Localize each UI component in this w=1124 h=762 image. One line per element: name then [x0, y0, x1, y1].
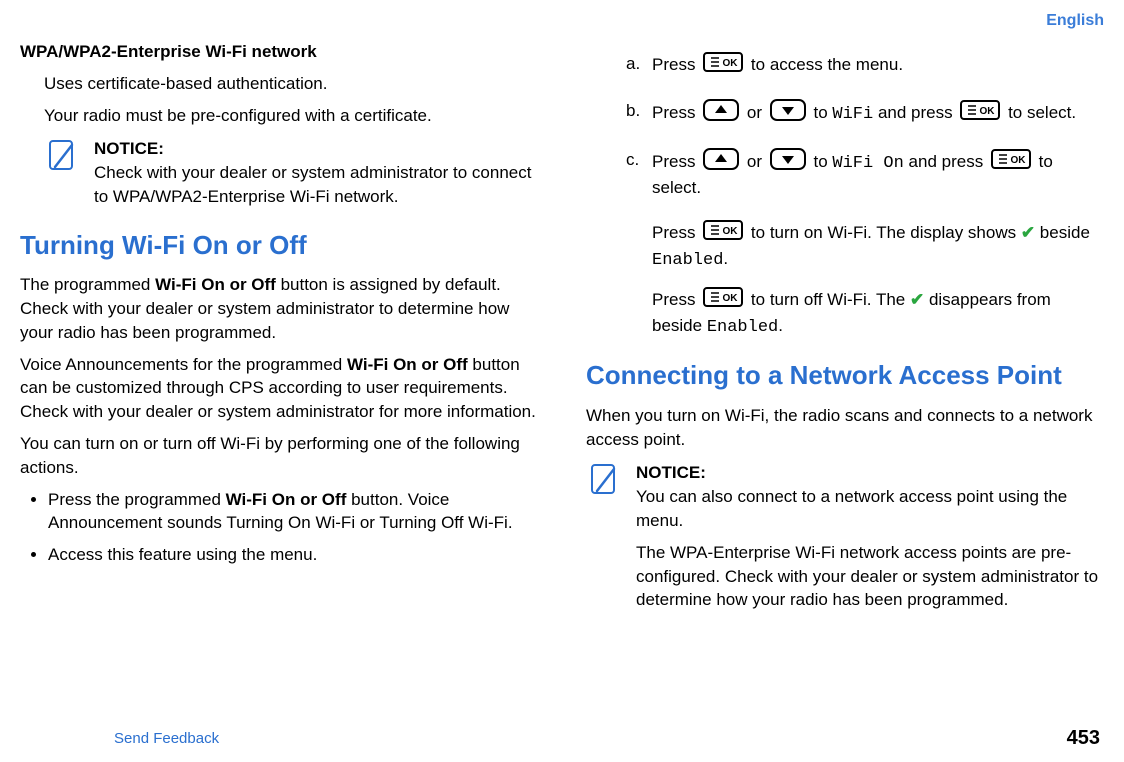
wpa-description-block: Uses certificate-based authentication. Y…	[44, 72, 538, 128]
notice-block: NOTICE: Check with your dealer or system…	[44, 137, 538, 208]
check-icon: ✔	[1021, 223, 1035, 242]
notice-icon	[586, 461, 622, 620]
step-c-body: Press or to WiFi On and press OK to	[652, 148, 1104, 201]
page-number: 453	[1067, 727, 1100, 750]
step-letter-b: b.	[626, 99, 652, 128]
step-b: b. Press or to WiFi and press OK	[626, 99, 1104, 128]
left-column: WPA/WPA2-Enterprise Wi-Fi network Uses c…	[20, 40, 538, 719]
document-page: English WPA/WPA2-Enterprise Wi-Fi networ…	[0, 0, 1124, 762]
up-arrow-button-icon	[703, 148, 739, 177]
two-column-content: WPA/WPA2-Enterprise Wi-Fi network Uses c…	[20, 40, 1104, 719]
svg-text:OK: OK	[1010, 155, 1026, 166]
menu-ok-button-icon: OK	[960, 100, 1000, 127]
turning-p2: Voice Announcements for the programmed W…	[20, 353, 538, 424]
notice-label: NOTICE:	[94, 139, 164, 158]
down-arrow-button-icon	[770, 148, 806, 177]
right-column: a. Press OK to access the menu. b. Press	[586, 40, 1104, 719]
bullet-item-2: Access this feature using the menu.	[48, 543, 538, 567]
turn-on-result: Press OK to turn on Wi-Fi. The display s…	[652, 220, 1104, 273]
page-footer: Send Feedback 453	[20, 727, 1104, 750]
svg-text:OK: OK	[723, 226, 739, 237]
notice-body: Check with your dealer or system adminis…	[94, 163, 531, 206]
svg-text:OK: OK	[980, 106, 996, 117]
step-a: a. Press OK to access the menu.	[626, 52, 1104, 79]
action-bullet-list: Press the programmed Wi-Fi On or Off but…	[48, 488, 538, 567]
notice-line1: You can also connect to a network access…	[636, 487, 1067, 530]
notice-text: NOTICE: Check with your dealer or system…	[94, 137, 538, 208]
notice-line2: The WPA-Enterprise Wi-Fi network access …	[636, 541, 1104, 612]
wpa-line-1: Uses certificate-based authentication.	[44, 72, 538, 96]
step-letter-c: c.	[626, 148, 652, 201]
turning-p3: You can turn on or turn off Wi-Fi by per…	[20, 432, 538, 480]
turning-p1: The programmed Wi-Fi On or Off button is…	[20, 273, 538, 344]
menu-ok-button-icon: OK	[991, 149, 1031, 176]
up-arrow-button-icon	[703, 99, 739, 128]
notice-block-right: NOTICE: You can also connect to a networ…	[586, 461, 1104, 620]
turn-off-result: Press OK to turn off Wi-Fi. The ✔ disapp…	[652, 287, 1104, 340]
down-arrow-button-icon	[770, 99, 806, 128]
notice-text-right: NOTICE: You can also connect to a networ…	[636, 461, 1104, 620]
language-label: English	[20, 12, 1104, 30]
step-a-body: Press OK to access the menu.	[652, 52, 1104, 79]
send-feedback-link[interactable]: Send Feedback	[114, 730, 219, 747]
notice-label-right: NOTICE:	[636, 463, 706, 482]
step-b-body: Press or to WiFi and press OK to sel	[652, 99, 1104, 128]
svg-text:OK: OK	[723, 293, 739, 304]
menu-steps: a. Press OK to access the menu. b. Press	[626, 52, 1104, 200]
connecting-p1: When you turn on Wi-Fi, the radio scans …	[586, 404, 1104, 452]
turning-wifi-heading: Turning Wi-Fi On or Off	[20, 227, 538, 263]
svg-text:OK: OK	[723, 58, 739, 69]
wpa-network-title: WPA/WPA2-Enterprise Wi-Fi network	[20, 40, 538, 64]
step-letter-a: a.	[626, 52, 652, 79]
menu-ok-button-icon: OK	[703, 52, 743, 79]
menu-ok-button-icon: OK	[703, 220, 743, 247]
wpa-line-2: Your radio must be pre-configured with a…	[44, 104, 538, 128]
step-c: c. Press or to WiFi On and press OK	[626, 148, 1104, 201]
bullet-item-1: Press the programmed Wi-Fi On or Off but…	[48, 488, 538, 536]
notice-icon	[44, 137, 80, 208]
menu-ok-button-icon: OK	[703, 287, 743, 314]
check-icon: ✔	[910, 290, 924, 309]
connecting-heading: Connecting to a Network Access Point	[586, 357, 1104, 393]
